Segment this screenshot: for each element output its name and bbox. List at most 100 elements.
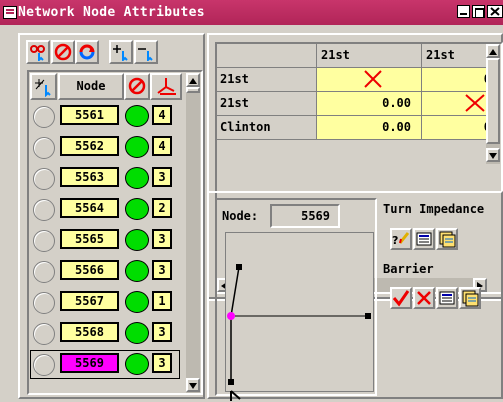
node-column-header[interactable]: Node — [58, 73, 124, 100]
pick-icon[interactable] — [26, 40, 50, 64]
scroll-thumb[interactable] — [186, 87, 200, 93]
mouse-cursor-icon — [230, 390, 241, 401]
status-indicator[interactable] — [125, 322, 149, 344]
row-radio[interactable] — [33, 199, 55, 221]
list-item[interactable]: 5564 2 — [30, 195, 180, 224]
node-id[interactable]: 5562 — [60, 136, 119, 156]
row-radio[interactable] — [33, 354, 55, 376]
scroll-up-icon[interactable] — [186, 73, 200, 87]
grid-row-header[interactable]: 21st — [217, 68, 317, 92]
status-indicator[interactable] — [125, 198, 149, 220]
turn-column-icon[interactable] — [150, 73, 182, 100]
node-diagram-canvas[interactable] — [225, 232, 374, 392]
barrier-label: Barrier — [383, 262, 434, 276]
grid-column-header[interactable]: 21st — [317, 44, 422, 68]
list-item[interactable]: 5566 3 — [30, 257, 180, 286]
list-item[interactable]: 5567 1 — [30, 288, 180, 317]
grid-cell[interactable]: 0 — [422, 68, 494, 92]
grid-cell[interactable]: 0.00 — [317, 92, 422, 116]
grid-cell-blocked[interactable] — [422, 92, 494, 116]
table-view-icon[interactable] — [436, 287, 458, 309]
allow-turn-check-icon[interactable] — [390, 287, 412, 309]
link-count: 3 — [152, 167, 172, 187]
node-id[interactable]: 5566 — [60, 260, 119, 280]
node-field[interactable]: 5569 — [270, 204, 340, 228]
node-list-scrollbar[interactable] — [186, 73, 200, 393]
network-node-attributes-window: Network Node Attributes Node 5561 4 5562… — [0, 0, 503, 402]
status-indicator[interactable] — [125, 229, 149, 251]
link-count: 2 — [152, 198, 172, 218]
scroll-down-icon[interactable] — [486, 148, 500, 162]
row-radio[interactable] — [33, 261, 55, 283]
node-id[interactable]: 5564 — [60, 198, 119, 218]
block-turn-x-icon[interactable] — [413, 287, 435, 309]
list-item[interactable]: 5568 3 — [30, 319, 180, 348]
grid-corner — [217, 44, 317, 68]
link-count: 3 — [152, 353, 172, 373]
link-count: 3 — [152, 260, 172, 280]
grid-cell[interactable]: 0.00 — [317, 116, 422, 140]
list-item[interactable]: 5562 4 — [30, 133, 180, 162]
grid-cell-blocked[interactable] — [317, 68, 422, 92]
list-item[interactable]: 5561 4 — [30, 102, 180, 131]
link-count: 1 — [152, 291, 172, 311]
grid-row-header[interactable]: 21st — [217, 92, 317, 116]
grid-row-header[interactable]: Clinton — [217, 116, 317, 140]
status-indicator[interactable] — [125, 260, 149, 282]
scroll-down-icon[interactable] — [186, 378, 200, 392]
link-count: 4 — [152, 105, 172, 125]
scroll-thumb[interactable] — [486, 58, 500, 144]
database-icon[interactable] — [459, 287, 481, 309]
zoom-in-icon[interactable] — [109, 40, 133, 64]
scroll-up-icon[interactable] — [486, 44, 500, 58]
row-radio[interactable] — [33, 106, 55, 128]
title-bar[interactable]: Network Node Attributes — [0, 0, 503, 25]
status-indicator[interactable] — [125, 136, 149, 158]
turn-impedance-label: Turn Impedance — [383, 202, 485, 216]
zoom-out-icon[interactable] — [134, 40, 158, 64]
edit-impedance-icon[interactable]: ? — [390, 228, 412, 250]
window-menu-icon[interactable] — [3, 6, 17, 19]
database-icon[interactable] — [436, 228, 458, 250]
status-indicator[interactable] — [125, 167, 149, 189]
list-item[interactable]: 5565 3 — [30, 226, 180, 255]
row-radio[interactable] — [33, 323, 55, 345]
endpoint-node[interactable] — [236, 264, 242, 270]
endpoint-node[interactable] — [228, 379, 234, 385]
barrier-column-icon[interactable] — [124, 73, 150, 100]
link-count: 4 — [152, 136, 172, 156]
node-label: Node: — [222, 209, 259, 223]
refresh-icon[interactable] — [75, 40, 99, 64]
grid-vertical-scrollbar[interactable] — [486, 44, 500, 164]
maximize-icon[interactable] — [472, 5, 485, 18]
link-count: 3 — [152, 229, 172, 249]
add-node-button[interactable] — [30, 73, 57, 100]
window-title: Network Node Attributes — [18, 5, 205, 20]
node-id[interactable]: 5569 — [60, 353, 119, 373]
node-id[interactable]: 5561 — [60, 105, 119, 125]
status-indicator[interactable] — [125, 291, 149, 313]
status-indicator[interactable] — [125, 105, 149, 127]
node-id[interactable]: 5563 — [60, 167, 119, 187]
row-radio[interactable] — [33, 292, 55, 314]
link-line — [230, 266, 240, 382]
node-id[interactable]: 5567 — [60, 291, 119, 311]
table-view-icon[interactable] — [413, 228, 435, 250]
row-radio[interactable] — [33, 230, 55, 252]
grid-cell[interactable]: 0 — [422, 116, 494, 140]
link-count: 3 — [152, 322, 172, 342]
row-radio[interactable] — [33, 168, 55, 190]
grid-column-header[interactable]: 21st — [422, 44, 494, 68]
close-icon[interactable] — [487, 5, 503, 18]
status-indicator[interactable] — [125, 353, 149, 375]
svg-text:?: ? — [392, 234, 398, 247]
list-item[interactable]: 5563 3 — [30, 164, 180, 193]
row-radio[interactable] — [33, 137, 55, 159]
node-id[interactable]: 5565 — [60, 229, 119, 249]
endpoint-node[interactable] — [365, 313, 371, 319]
list-item[interactable]: 5569 3 — [30, 350, 180, 379]
node-id[interactable]: 5568 — [60, 322, 119, 342]
clear-icon[interactable] — [51, 40, 75, 64]
minimize-icon[interactable] — [457, 5, 470, 18]
selected-node-marker[interactable] — [227, 312, 235, 320]
